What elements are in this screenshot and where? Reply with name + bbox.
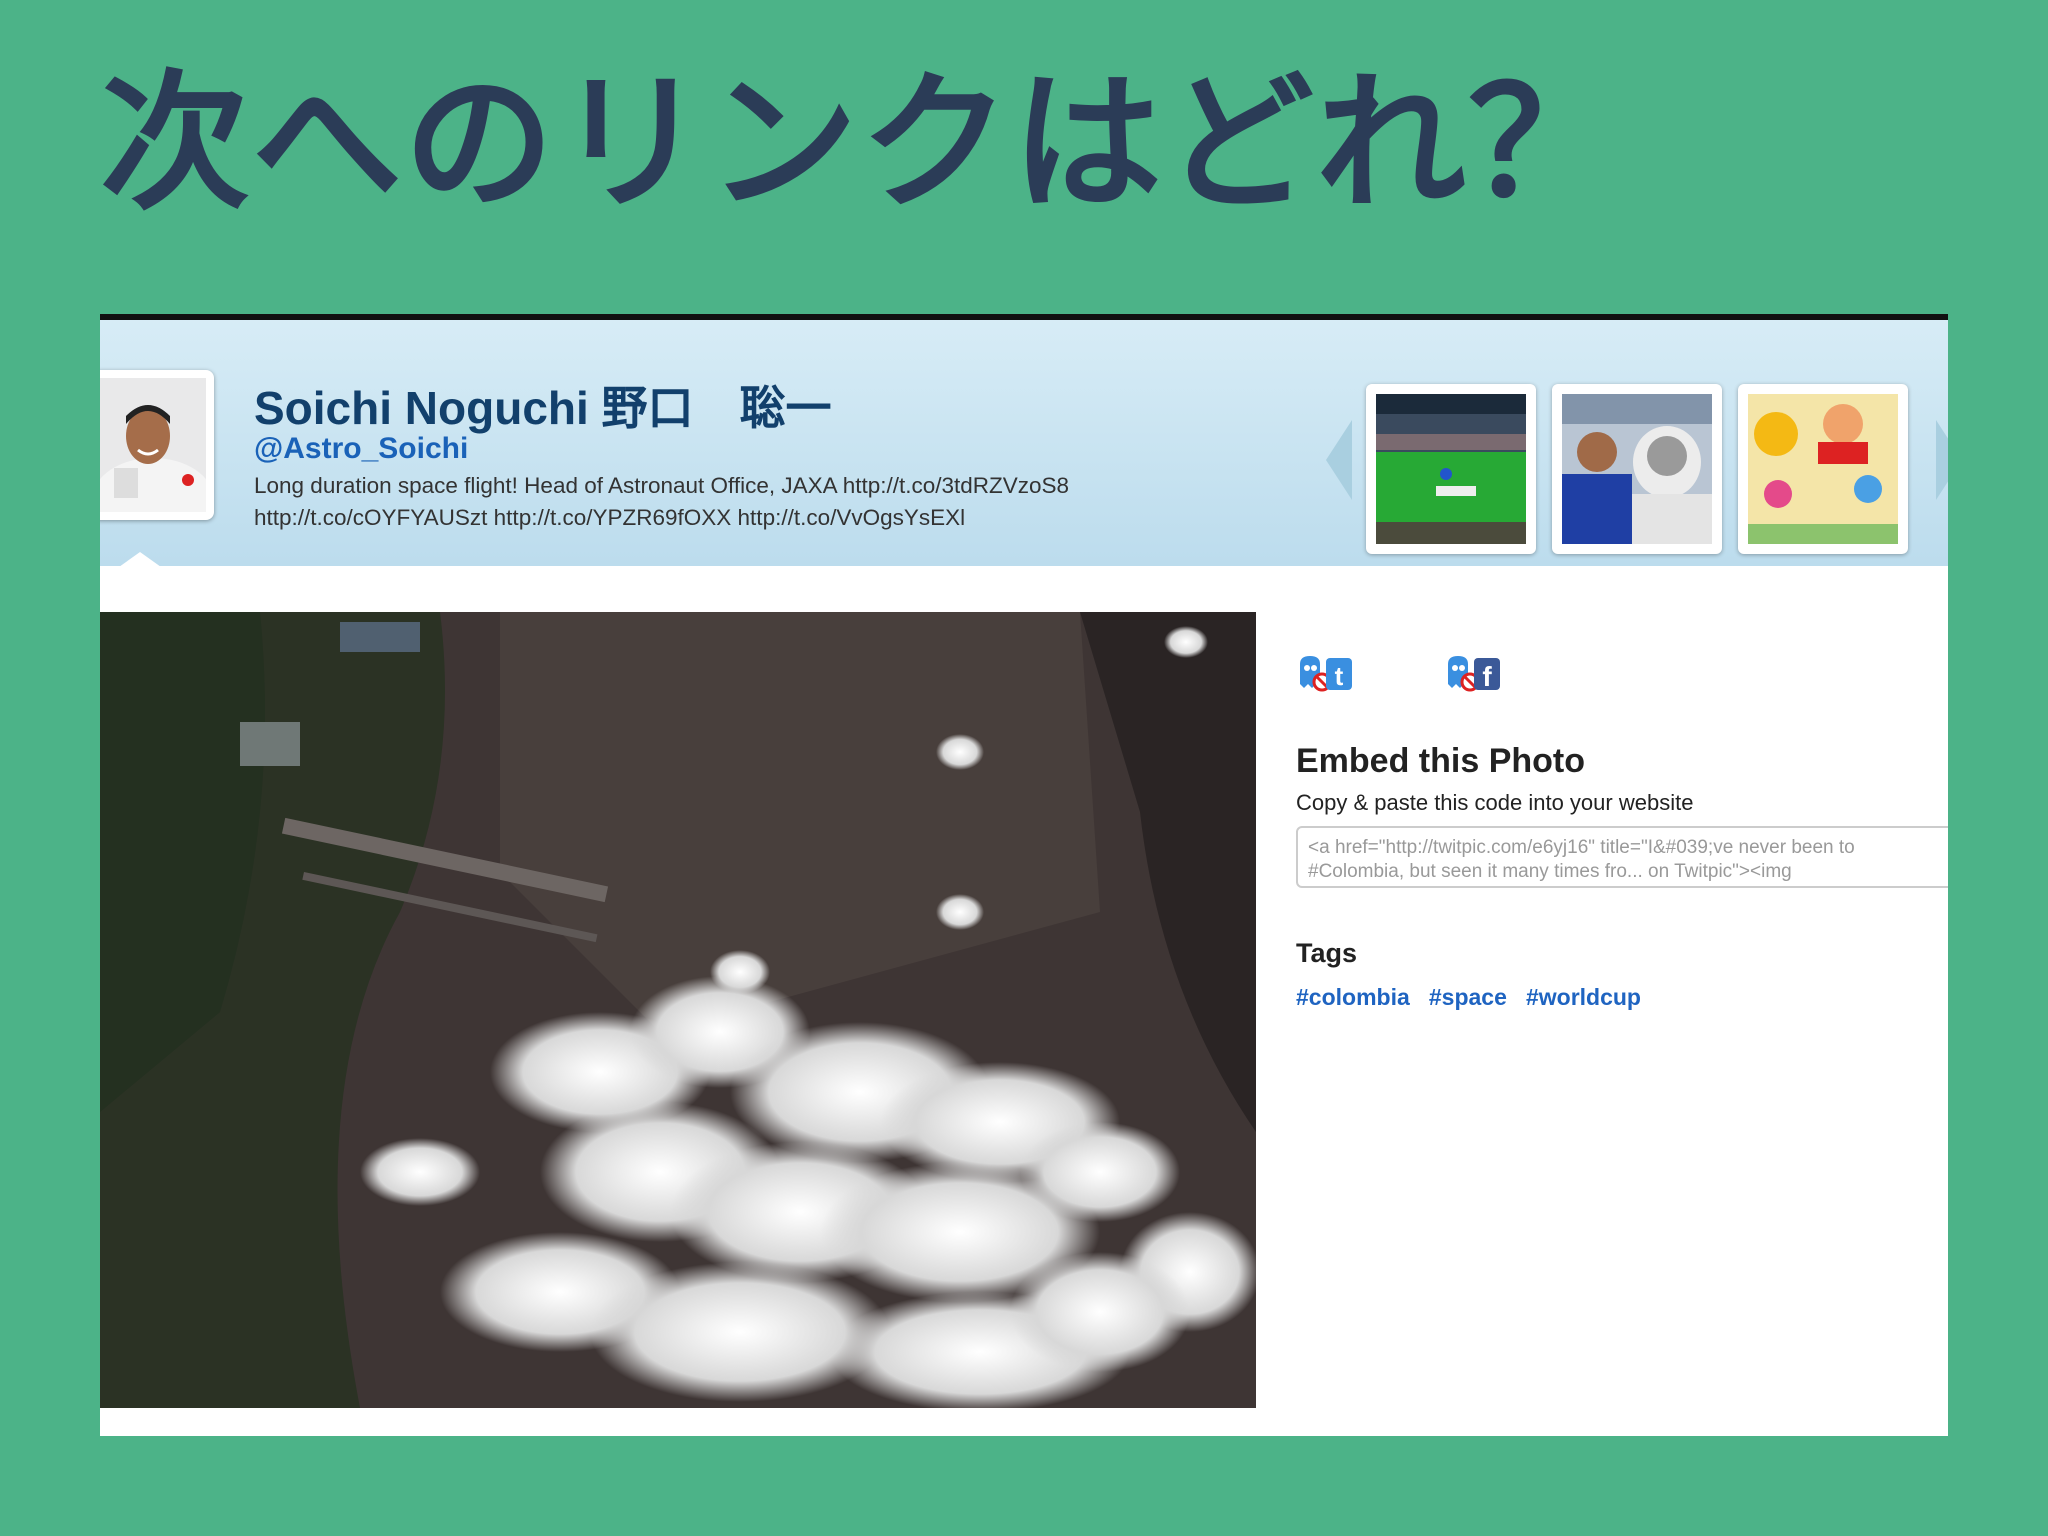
profile-name[interactable]: Soichi Noguchi 野口 聡一 [254, 372, 832, 438]
astronaut-fan-photo-image [1562, 394, 1712, 544]
tags-title: Tags [1296, 938, 1358, 968]
embed-code-field[interactable]: <a href="http://twitpic.com/e6yj16" titl… [1296, 826, 1948, 888]
bio-link-4[interactable]: http://t.co/VvOgsYsEXl [738, 505, 966, 530]
embed-code-line-2: #Colombia, but seen it many times fro...… [1308, 861, 1792, 882]
thumbnail-astronaut[interactable] [1552, 384, 1722, 554]
avatar[interactable] [100, 370, 214, 520]
svg-text:f: f [1482, 661, 1492, 692]
tag-list: #colombia #space #worldcup [1296, 984, 1655, 1011]
bio-link-2[interactable]: http://t.co/cOYFYAUSzt [254, 505, 487, 530]
tag-link[interactable]: #worldcup [1526, 984, 1641, 1010]
satellite-photo-image [100, 612, 1256, 1408]
embed-title: Embed this Photo [1296, 742, 1585, 780]
main-photo[interactable] [100, 612, 1256, 1408]
slide-title: 次へのリンクはどれ？ [100, 57, 1621, 231]
fathers-day-card-image [1748, 394, 1898, 544]
embed-code-line-1: <a href="http://twitpic.com/e6yj16" titl… [1308, 837, 1855, 858]
profile-bio: Long duration space flight! Head of Astr… [254, 470, 1174, 534]
chevron-left-icon[interactable] [1326, 420, 1352, 500]
tag-link[interactable]: #colombia [1296, 984, 1410, 1010]
twitpic-page-screenshot: Soichi Noguchi 野口 聡一 @Astro_Soichi Long … [100, 314, 1948, 1436]
profile-handle[interactable]: @Astro_Soichi [254, 432, 468, 466]
embed-subtitle: Copy & paste this code into your website [1296, 790, 1694, 815]
svg-text:t: t [1335, 661, 1344, 691]
header-pointer [112, 552, 168, 566]
bio-link-1[interactable]: http://t.co/3tdRZVzoS8 [843, 473, 1069, 498]
bio-link-3[interactable]: http://t.co/YPZR69fOXX [494, 505, 732, 530]
facebook-share-icon[interactable]: f [1444, 654, 1504, 694]
stadium-photo-image [1376, 394, 1526, 544]
tag-link[interactable]: #space [1429, 984, 1507, 1010]
chevron-right-icon[interactable] [1936, 420, 1948, 500]
profile-header: Soichi Noguchi 野口 聡一 @Astro_Soichi Long … [100, 320, 1948, 566]
thumbnail-fathers-day-card[interactable] [1738, 384, 1908, 554]
twitter-share-icon[interactable]: t [1296, 654, 1356, 694]
astronaut-avatar-image [100, 378, 206, 512]
thumbnail-stadium[interactable] [1366, 384, 1536, 554]
bio-text: Long duration space flight! Head of Astr… [254, 473, 843, 498]
